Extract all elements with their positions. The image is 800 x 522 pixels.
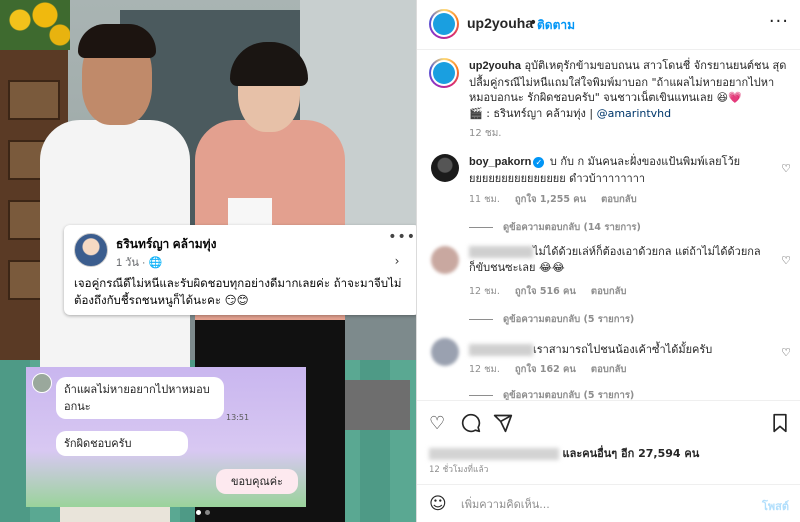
comment-text-block: ไม่ได้ด้วยเล่ห์ก็ต้องเอาด้วยกล แต่ถ้าไม่… xyxy=(469,244,769,275)
comment-likes[interactable]: ถูกใจ 516 คน xyxy=(515,286,576,297)
comment-likes[interactable]: ถูกใจ 1,255 คน xyxy=(515,194,586,205)
globe-icon: 🌐 xyxy=(148,257,163,269)
like-heart-icon[interactable]: ♡ xyxy=(429,413,445,434)
likes-summary: และคนอื่นๆ อีก 27,594 คน xyxy=(417,444,800,460)
comment-avatar[interactable] xyxy=(431,246,459,274)
comment-text-block: เราสามารถไปชนน้องเค้าซ้ำได้มั้ยครับ xyxy=(469,342,769,358)
comment-like-heart-icon[interactable]: ♡ xyxy=(781,254,791,267)
add-comment-bar: ☺ โพสต์ xyxy=(417,484,800,522)
caption-mention-link[interactable]: @amarintvhd xyxy=(597,107,672,120)
caption-avatar[interactable] xyxy=(429,58,459,88)
comment-username[interactable]: boy_pakorn xyxy=(469,156,531,168)
post-timestamp: 12 ชั่วโมงที่แล้ว xyxy=(429,465,489,475)
caption-username[interactable]: up2youha xyxy=(469,60,521,72)
fb-avatar xyxy=(74,233,108,267)
save-bookmark-icon[interactable] xyxy=(771,413,789,438)
verified-badge-icon: ✓ xyxy=(533,156,545,168)
likes-count: และคนอื่นๆ อีก 27,594 คน xyxy=(562,447,700,460)
comment-time: 12 ชม. xyxy=(469,286,500,297)
fb-post-time: 1 วัน · 🌐 xyxy=(116,257,163,269)
chat-bubble-3: ขอบคุณค่ะ xyxy=(216,469,298,494)
blurred-likers xyxy=(429,448,559,460)
share-send-icon[interactable] xyxy=(493,413,513,438)
comment-likes[interactable]: ถูกใจ 162 คน xyxy=(515,364,576,375)
chat-screenshot-overlay: ถ้าแผลไม่หายอยากไปหาหมอบอกนะ 13:51 รักผิ… xyxy=(26,367,306,507)
view-replies-button[interactable]: ดูข้อความตอบกลับ (5 รายการ) xyxy=(469,312,634,327)
carousel-dot xyxy=(196,510,201,515)
emoji-icon[interactable]: ☺ xyxy=(429,494,447,514)
comment-avatar[interactable] xyxy=(431,338,459,366)
comment-meta: 12 ชม. ถูกใจ 516 คน ตอบกลับ xyxy=(469,284,638,299)
post-header: up2youha • ติดตาม ··· xyxy=(417,0,800,50)
view-replies-button[interactable]: ดูข้อความตอบกลับ (14 รายการ) xyxy=(469,220,641,235)
header-avatar[interactable] xyxy=(429,9,459,39)
comment-like-heart-icon[interactable]: ♡ xyxy=(781,162,791,175)
fb-post-text: เจอคู่กรณีดีไม่หนีและรับผิดชอบทุกอย่างดี… xyxy=(74,276,402,307)
carousel-dot xyxy=(205,510,210,515)
man-figure-hair xyxy=(78,24,156,58)
comment-bubble-icon[interactable] xyxy=(461,413,481,438)
fb-more-icon: ••• xyxy=(388,229,416,245)
comment-text: เราสามารถไปชนน้องเค้าซ้ำได้มั้ยครับ xyxy=(533,343,713,356)
chat-bubble-2: รักผิดชอบครับ xyxy=(56,431,188,456)
caption-time: 12 ชม. xyxy=(469,128,502,139)
chat-time: 13:51 xyxy=(226,413,250,422)
blurred-username xyxy=(469,246,533,258)
post-side-panel: up2youha • ติดตาม ··· up2youha อุบัติเหต… xyxy=(416,0,800,522)
held-paper xyxy=(228,198,272,226)
background-flowers xyxy=(0,0,70,50)
post-photo[interactable]: ธรินทร์ญา คล้ามทุ่ง 1 วัน · 🌐 ••• เจอคู่… xyxy=(0,0,416,522)
comment-time: 11 ชม. xyxy=(469,194,500,205)
comment-reply-button[interactable]: ตอบกลับ xyxy=(591,364,627,375)
comment-input[interactable] xyxy=(461,495,741,513)
fb-author-name: ธรินทร์ญา คล้ามทุ่ง xyxy=(116,237,217,251)
comment-text-block: boy_pakorn ✓ บ กับ ก มันคนละฝั่งของแป้นพิ… xyxy=(469,154,769,186)
post-comment-button[interactable]: โพสต์ xyxy=(762,497,789,515)
comment-like-heart-icon[interactable]: ♡ xyxy=(781,346,791,359)
caption-credit: 🎬 : ธรินทร์ญา คล้ามทุ่ง | xyxy=(469,106,597,120)
follow-button[interactable]: ติดตาม xyxy=(537,16,575,35)
comment-time: 12 ชม. xyxy=(469,364,500,375)
comment-meta: 12 ชม. ถูกใจ 162 คน ตอบกลับ xyxy=(469,362,638,377)
next-image-button[interactable]: › xyxy=(386,250,408,272)
comment-meta: 11 ชม. ถูกใจ 1,255 คน ตอบกลับ xyxy=(469,192,649,207)
blurred-username xyxy=(469,344,533,356)
carousel-dots xyxy=(196,510,210,515)
comment-reply-button[interactable]: ตอบกลับ xyxy=(601,194,637,205)
header-username[interactable]: up2youha xyxy=(467,15,533,31)
chat-avatar xyxy=(32,373,52,393)
action-bar: ♡ xyxy=(417,400,800,446)
chat-bubble-1: ถ้าแผลไม่หายอยากไปหาหมอบอกนะ xyxy=(56,377,224,419)
more-options-icon[interactable]: ··· xyxy=(769,11,789,32)
facebook-post-overlay: ธรินทร์ญา คล้ามทุ่ง 1 วัน · 🌐 ••• เจอคู่… xyxy=(64,225,416,315)
caption-text-block: up2youha อุบัติเหตุรักข้ามขอบถนน สาวโดนช… xyxy=(469,58,791,121)
comment-avatar[interactable] xyxy=(431,154,459,182)
comment-reply-button[interactable]: ตอบกลับ xyxy=(591,286,627,297)
likes-text-block[interactable]: และคนอื่นๆ อีก 27,594 คน xyxy=(429,444,699,462)
